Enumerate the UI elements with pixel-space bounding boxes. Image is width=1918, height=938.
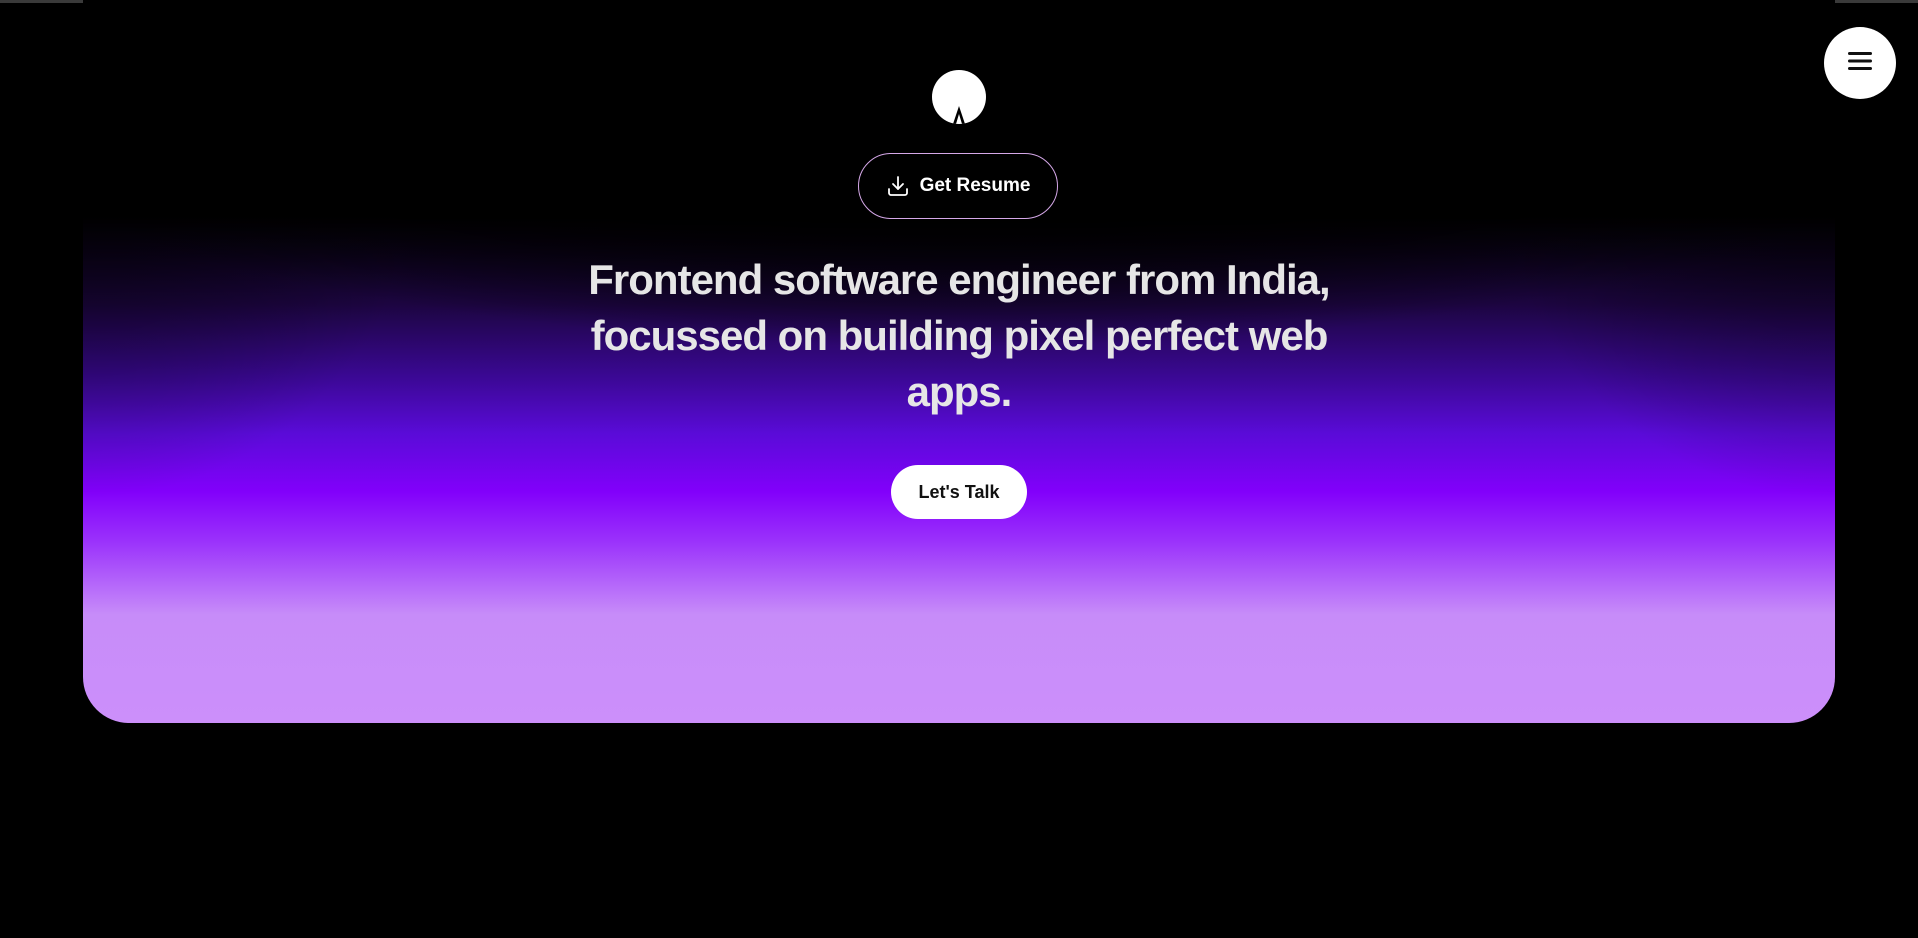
get-resume-button[interactable]: Get Resume (858, 153, 1058, 219)
hero-headline: Frontend software engineer from India, f… (588, 256, 1330, 415)
menu-button[interactable] (1824, 27, 1896, 99)
download-icon (886, 174, 910, 198)
hamburger-menu-icon (1847, 50, 1873, 77)
lets-talk-button[interactable]: Let's Talk (891, 465, 1027, 519)
get-resume-label: Get Resume (919, 175, 1031, 196)
logo-icon[interactable] (932, 70, 986, 124)
